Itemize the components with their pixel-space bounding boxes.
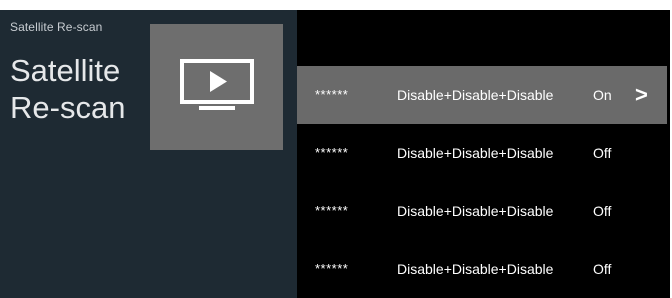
satellite-description: Disable+Disable+Disable (397, 145, 554, 161)
right-panel: ****** Disable+Disable+Disable On > ****… (297, 10, 670, 298)
page-title-line-1: Satellite (10, 53, 121, 88)
page-title: Satellite Re-scan (10, 52, 125, 126)
category-tile (150, 24, 283, 150)
tv-settings-screen: Satellite Re-scan Satellite Re-scan ****… (0, 0, 672, 298)
satellite-state: Off (593, 203, 612, 219)
satellite-state: Off (593, 145, 612, 161)
list-item[interactable]: ****** Disable+Disable+Disable Off (297, 182, 667, 240)
left-panel: Satellite Re-scan Satellite Re-scan (0, 10, 297, 298)
satellite-description: Disable+Disable+Disable (397, 203, 554, 219)
satellite-description: Disable+Disable+Disable (397, 87, 554, 103)
breadcrumb: Satellite Re-scan (10, 20, 103, 34)
satellite-name: ****** (315, 203, 349, 218)
satellite-state: Off (593, 261, 612, 277)
satellite-name: ****** (315, 87, 349, 102)
list-item[interactable]: ****** Disable+Disable+Disable Off (297, 240, 667, 298)
satellite-description: Disable+Disable+Disable (397, 261, 554, 277)
satellite-name: ****** (315, 261, 349, 276)
satellite-list: ****** Disable+Disable+Disable On > ****… (297, 66, 667, 298)
page-title-line-2: Re-scan (10, 90, 126, 125)
satellite-name: ****** (315, 145, 349, 160)
satellite-state: On (593, 87, 612, 103)
list-item[interactable]: ****** Disable+Disable+Disable On > (297, 66, 667, 124)
list-item[interactable]: ****** Disable+Disable+Disable Off (297, 124, 667, 182)
chevron-right-icon[interactable]: > (635, 66, 648, 124)
tv-play-icon (180, 59, 254, 110)
